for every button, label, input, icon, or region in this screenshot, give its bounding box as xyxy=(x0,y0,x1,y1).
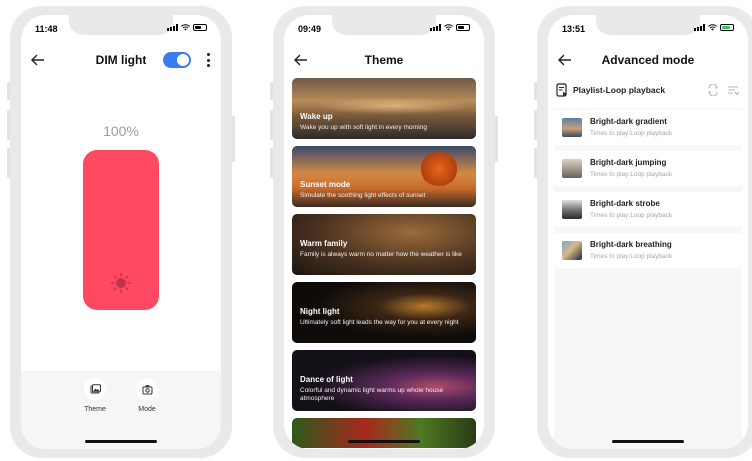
side-button xyxy=(270,148,273,178)
power-toggle[interactable] xyxy=(163,52,191,68)
theme-subtitle: Ultimately soft light leads the way for … xyxy=(300,319,459,326)
theme-card-night-light[interactable]: Night light Ultimately soft light leads … xyxy=(292,282,476,343)
page-title: Theme xyxy=(364,53,404,67)
brightness-slider[interactable] xyxy=(83,150,159,310)
theme-subtitle: Family is always warm no matter how the … xyxy=(300,251,462,258)
theme-title: Warm family xyxy=(300,239,348,248)
mode-subtitle: Times to play:Loop playback xyxy=(590,212,673,219)
screen: 11:48 DIM light 100% Theme Mode xyxy=(21,15,221,449)
theme-button-label: Theme xyxy=(84,406,106,413)
mode-thumbnail xyxy=(562,200,582,219)
screen: 09:49 Theme Wake up Wake you up with sof… xyxy=(284,15,484,449)
theme-button[interactable]: Theme xyxy=(80,378,110,449)
theme-card-wake-up[interactable]: Wake up Wake you up with soft light in e… xyxy=(292,78,476,139)
side-button xyxy=(270,82,273,100)
notch xyxy=(69,15,173,35)
playlist-label: Playlist-Loop playback xyxy=(573,85,666,95)
nav-bar: Theme xyxy=(284,48,484,72)
theme-title: Wake up xyxy=(300,112,333,121)
mode-item-bright-dark-strobe[interactable]: Bright-dark strobe Times to play:Loop pl… xyxy=(554,192,742,227)
theme-list: Wake up Wake you up with soft light in e… xyxy=(292,78,476,449)
theme-subtitle: Colorful and dynamic light warms up whol… xyxy=(300,387,444,402)
mode-subtitle: Times to play:Loop playback xyxy=(590,130,673,137)
page-title: Advanced mode xyxy=(601,53,695,67)
side-button xyxy=(534,110,537,140)
home-indicator xyxy=(85,440,157,443)
mode-item-bright-dark-breathing[interactable]: Bright-dark breathing Times to play:Loop… xyxy=(554,233,742,268)
back-arrow-icon[interactable] xyxy=(557,52,573,68)
status-time: 11:48 xyxy=(35,24,58,34)
signal-icon xyxy=(694,24,705,31)
theme-image xyxy=(420,152,458,186)
back-arrow-icon[interactable] xyxy=(30,52,46,68)
mode-item-bright-dark-jumping[interactable]: Bright-dark jumping Times to play:Loop p… xyxy=(554,151,742,186)
status-icons xyxy=(430,24,470,31)
status-time: 09:49 xyxy=(298,24,322,34)
mode-title: Bright-dark gradient xyxy=(590,117,667,126)
theme-image-icon xyxy=(84,378,106,400)
side-button xyxy=(7,82,10,100)
mode-item-bright-dark-gradient[interactable]: Bright-dark gradient Times to play:Loop … xyxy=(554,110,742,145)
playlist-bar: Playlist-Loop playback xyxy=(548,79,748,101)
home-indicator xyxy=(612,440,684,443)
playlist-document-icon xyxy=(556,83,567,97)
side-button xyxy=(534,148,537,178)
loop-icon[interactable] xyxy=(706,84,720,96)
phone-dim-light: 11:48 DIM light 100% Theme Mode xyxy=(7,6,235,458)
theme-card-sunset-mode[interactable]: Sunset mode Simulate the soothing light … xyxy=(292,146,476,207)
nav-bar: DIM light xyxy=(21,48,221,72)
mode-subtitle: Times to play:Loop playback xyxy=(590,253,673,260)
battery-icon xyxy=(456,24,470,31)
battery-icon xyxy=(193,24,207,31)
screen: 13:51 Advanced mode Playlist-Loop playba… xyxy=(548,15,748,449)
wifi-icon xyxy=(181,24,190,31)
brightness-percentage: 100% xyxy=(103,123,139,139)
more-options-icon[interactable] xyxy=(206,53,210,67)
back-arrow-icon[interactable] xyxy=(293,52,309,68)
theme-title: Night light xyxy=(300,307,340,316)
mode-thumbnail xyxy=(562,241,582,260)
notch xyxy=(332,15,436,35)
side-button xyxy=(270,110,273,140)
mode-camera-icon xyxy=(136,378,158,400)
mode-button[interactable]: Mode xyxy=(132,378,162,449)
mode-list: Bright-dark gradient Times to play:Loop … xyxy=(554,108,742,449)
side-button xyxy=(534,82,537,100)
side-button xyxy=(7,110,10,140)
mode-title: Bright-dark jumping xyxy=(590,158,667,167)
mode-title: Bright-dark breathing xyxy=(590,240,672,249)
mode-thumbnail xyxy=(562,159,582,178)
wifi-icon xyxy=(708,24,717,31)
bottom-panel: Theme Mode xyxy=(21,371,221,449)
theme-card-dance-of-light[interactable]: Dance of light Colorful and dynamic ligh… xyxy=(292,350,476,411)
nav-bar: Advanced mode xyxy=(548,48,748,72)
phone-theme: 09:49 Theme Wake up Wake you up with sof… xyxy=(270,6,498,458)
page-title: DIM light xyxy=(95,53,147,67)
status-icons xyxy=(167,24,207,31)
battery-charging-icon xyxy=(720,24,734,31)
status-time: 13:51 xyxy=(562,24,586,34)
theme-card-partial[interactable] xyxy=(292,418,476,448)
signal-icon xyxy=(167,24,178,31)
home-indicator xyxy=(348,440,420,443)
theme-subtitle: Wake you up with soft light in every mor… xyxy=(300,124,427,131)
mode-button-label: Mode xyxy=(138,406,156,413)
wifi-icon xyxy=(444,24,453,31)
side-button xyxy=(232,116,235,162)
theme-card-warm-family[interactable]: Warm family Family is always warm no mat… xyxy=(292,214,476,275)
mode-title: Bright-dark strobe xyxy=(590,199,660,208)
side-button xyxy=(495,116,498,162)
phone-advanced-mode: 13:51 Advanced mode Playlist-Loop playba… xyxy=(534,6,752,458)
signal-icon xyxy=(430,24,441,31)
theme-title: Dance of light xyxy=(300,375,353,384)
theme-title: Sunset mode xyxy=(300,180,351,189)
mode-thumbnail xyxy=(562,118,582,137)
list-order-icon[interactable] xyxy=(727,84,739,96)
mode-subtitle: Times to play:Loop playback xyxy=(590,171,673,178)
sun-icon xyxy=(110,272,132,294)
notch xyxy=(596,15,700,35)
theme-subtitle: Simulate the soothing light effects of s… xyxy=(300,192,426,199)
status-icons xyxy=(694,24,734,31)
side-button xyxy=(7,148,10,178)
